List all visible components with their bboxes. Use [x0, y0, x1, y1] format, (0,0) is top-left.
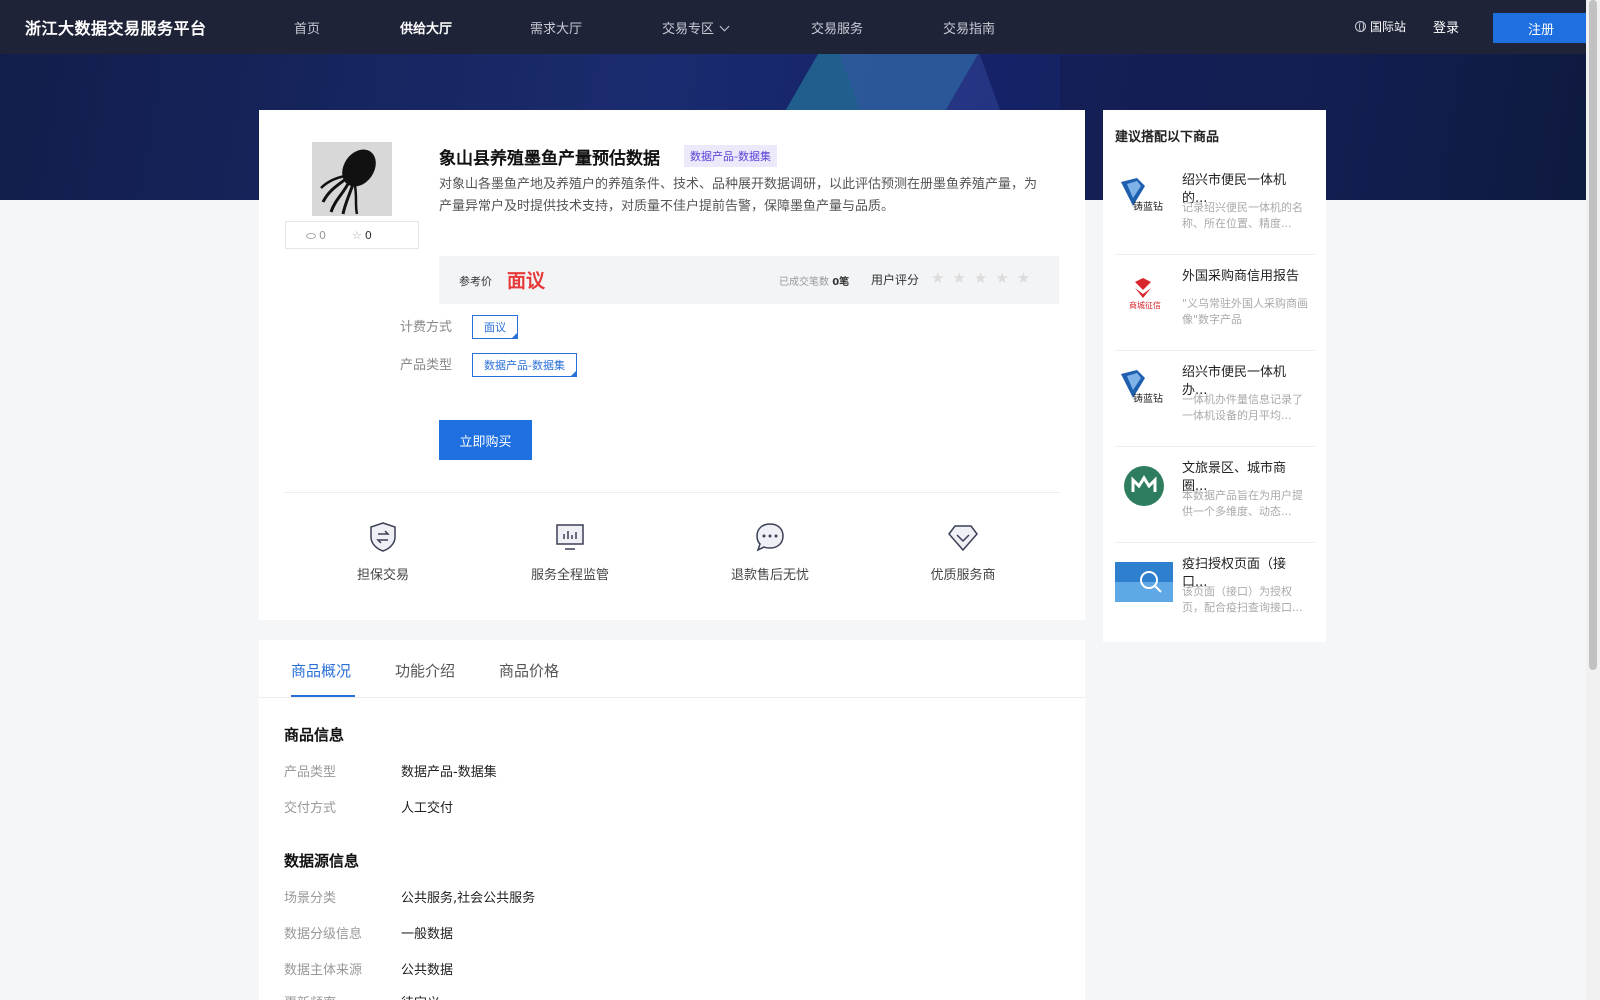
- svg-text:铸蓝钻: 铸蓝钻: [1133, 392, 1163, 405]
- tab-features[interactable]: 功能介绍: [395, 660, 455, 681]
- info-label: 场景分类: [284, 891, 337, 906]
- info-label: 数据分级信息: [284, 927, 363, 942]
- product-tag: 数据产品-数据集: [684, 145, 777, 167]
- nav-trade-guide[interactable]: 交易指南: [943, 18, 995, 37]
- diamond-logo-icon: 铸蓝钻: [1115, 368, 1173, 412]
- tab-bar: 商品概况 功能介绍 商品价格: [259, 640, 1085, 698]
- nav-supply-hall[interactable]: 供给大厅: [400, 18, 452, 37]
- section-title-data-source: 数据源信息: [284, 852, 360, 870]
- deals-label: 已成交笔数: [779, 277, 829, 288]
- scrollbar-thumb[interactable]: [1589, 0, 1597, 670]
- price-label: 参考价: [459, 275, 492, 288]
- type-chip[interactable]: 数据产品-数据集: [472, 353, 577, 377]
- recommend-item-desc: 本数据产品旨在为用户提供一个多维度、动态...: [1182, 489, 1303, 518]
- monitor-chart-icon: [556, 524, 584, 550]
- favorite-count-value: 0: [364, 228, 372, 242]
- globe-icon: [1355, 21, 1366, 32]
- feature-guaranteed-trade: 担保交易: [353, 520, 413, 583]
- chat-bubble-icon: [756, 523, 784, 552]
- credit-logo-icon: 商城征信: [1115, 272, 1173, 316]
- nav-trade-zone-label: 交易专区: [662, 21, 715, 37]
- feature-full-supervision: 服务全程监管: [525, 520, 615, 583]
- recommend-title: 建议搭配以下商品: [1115, 130, 1220, 145]
- recommend-item[interactable]: 铸蓝钻 绍兴市便民一体机的... 记录绍兴便民一体机的名称、所在位置、精度...: [1115, 160, 1315, 255]
- star-icon: ☆: [352, 228, 362, 242]
- shield-swap-icon: [370, 522, 396, 552]
- info-label: 更新频率: [284, 992, 336, 1000]
- billing-label: 计费方式: [400, 320, 453, 335]
- search-image-icon: [1115, 560, 1173, 604]
- deals-value: 0笔: [832, 277, 850, 288]
- recommend-item-desc: 一体机办件量信息记录了一体机设备的月平均...: [1182, 393, 1303, 422]
- tab-pricing[interactable]: 商品价格: [499, 660, 559, 681]
- feature-label: 优质服务商: [930, 568, 996, 583]
- brand-logo[interactable]: 浙江大数据交易服务平台: [25, 15, 207, 39]
- rating-label: 用户评分: [871, 273, 920, 287]
- feature-refund-worry-free: 退款售后无忧: [725, 520, 815, 583]
- info-value: 一般数据: [401, 927, 454, 942]
- deals-count: 已成交笔数 0笔: [779, 273, 849, 288]
- info-value: 公共数据: [401, 963, 454, 978]
- recommend-item-desc: "义乌常驻外国人采购商画像"数字产品: [1182, 297, 1309, 326]
- billing-chip[interactable]: 面议: [472, 315, 518, 339]
- feature-label: 担保交易: [356, 568, 409, 583]
- recommend-item-desc: 记录绍兴便民一体机的名称、所在位置、精度...: [1182, 201, 1303, 230]
- svg-text:铸蓝钻: 铸蓝钻: [1133, 200, 1163, 213]
- info-label: 数据主体来源: [284, 963, 363, 978]
- intl-site-label: 国际站: [1370, 20, 1407, 34]
- info-label: 交付方式: [284, 801, 337, 816]
- nav-home[interactable]: 首页: [294, 18, 320, 37]
- register-button[interactable]: 注册: [1493, 13, 1589, 43]
- info-label: 产品类型: [284, 765, 337, 780]
- tab-overview[interactable]: 商品概况: [291, 660, 351, 681]
- product-stats: 0 ☆ 0: [285, 221, 419, 249]
- top-nav-bar: 浙江大数据交易服务平台 首页 供给大厅 需求大厅 交易专区 交易服务 交易指南 …: [0, 0, 1589, 54]
- feature-quality-provider: 优质服务商: [925, 520, 1001, 583]
- diamond-icon: [948, 525, 978, 552]
- divider: [285, 492, 1059, 493]
- recommend-item[interactable]: 文旅景区、城市商圈... 本数据产品旨在为用户提供一个多维度、动态...: [1115, 448, 1315, 543]
- info-value: 公共服务,社会公共服务: [401, 891, 536, 906]
- favorite-count[interactable]: ☆ 0: [352, 229, 372, 242]
- product-card: 0 ☆ 0 象山县养殖墨鱼产量预估数据 数据产品-数据集 对象山各墨鱼产地及养殖户…: [259, 110, 1085, 620]
- product-thumbnail: [312, 142, 392, 216]
- recommend-item[interactable]: 疫扫授权页面（接口... 该页面（接口）为授权页，配合疫扫查询接口...: [1115, 544, 1315, 639]
- detail-section: 商品概况 功能介绍 商品价格 商品信息 产品类型 数据产品-数据集 交付方式 人…: [259, 640, 1085, 1000]
- recommend-item-desc: 该页面（接口）为授权页，配合疫扫查询接口...: [1182, 585, 1303, 614]
- active-tab-indicator: [291, 695, 355, 697]
- intl-site-link[interactable]: 国际站: [1355, 18, 1406, 35]
- feature-label: 退款售后无忧: [730, 568, 809, 583]
- feature-label: 服务全程监管: [530, 568, 609, 583]
- view-count-value: 0: [319, 228, 326, 242]
- squid-image-icon: [320, 149, 376, 215]
- diamond-logo-icon: 铸蓝钻: [1115, 176, 1173, 220]
- svg-text:商城征信: 商城征信: [1129, 300, 1161, 310]
- eye-icon: [306, 232, 316, 239]
- product-title: 象山县养殖墨鱼产量预估数据: [439, 149, 660, 169]
- login-link[interactable]: 登录: [1433, 17, 1459, 36]
- recommend-panel: 建议搭配以下商品 铸蓝钻 绍兴市便民一体机的... 记录绍兴便民一体机的名称、所…: [1103, 110, 1326, 642]
- buy-now-button[interactable]: 立即购买: [439, 420, 532, 460]
- price-value: 面议: [507, 270, 546, 292]
- recommend-item[interactable]: 铸蓝钻 绍兴市便民一体机办... 一体机办件量信息记录了一体机设备的月平均...: [1115, 352, 1315, 447]
- view-count: 0: [306, 229, 326, 242]
- page-scrollbar[interactable]: [1586, 0, 1600, 1000]
- recommend-item[interactable]: 商城征信 外国采购商信用报告 "义乌常驻外国人采购商画像"数字产品: [1115, 256, 1315, 351]
- nav-demand-hall[interactable]: 需求大厅: [530, 18, 582, 37]
- rating-stars: ★★★★★: [931, 269, 1039, 287]
- info-value: 人工交付: [401, 801, 454, 816]
- section-title-product-info: 商品信息: [284, 726, 345, 744]
- product-description: 对象山各墨鱼产地及养殖户的养殖条件、技术、品种展开数据调研，以此评估预测在册墨鱼…: [439, 177, 1038, 214]
- info-value: 数据产品-数据集: [401, 765, 497, 780]
- nav-trade-zone[interactable]: 交易专区: [662, 18, 730, 37]
- type-label: 产品类型: [400, 358, 453, 373]
- price-bar: 参考价 面议 已成交笔数 0笔 用户评分 ★★★★★: [439, 256, 1059, 304]
- chevron-down-icon: [719, 21, 730, 31]
- m-circle-logo-icon: [1115, 464, 1173, 508]
- info-value: 待定义: [401, 992, 440, 1000]
- nav-trade-service[interactable]: 交易服务: [811, 18, 863, 37]
